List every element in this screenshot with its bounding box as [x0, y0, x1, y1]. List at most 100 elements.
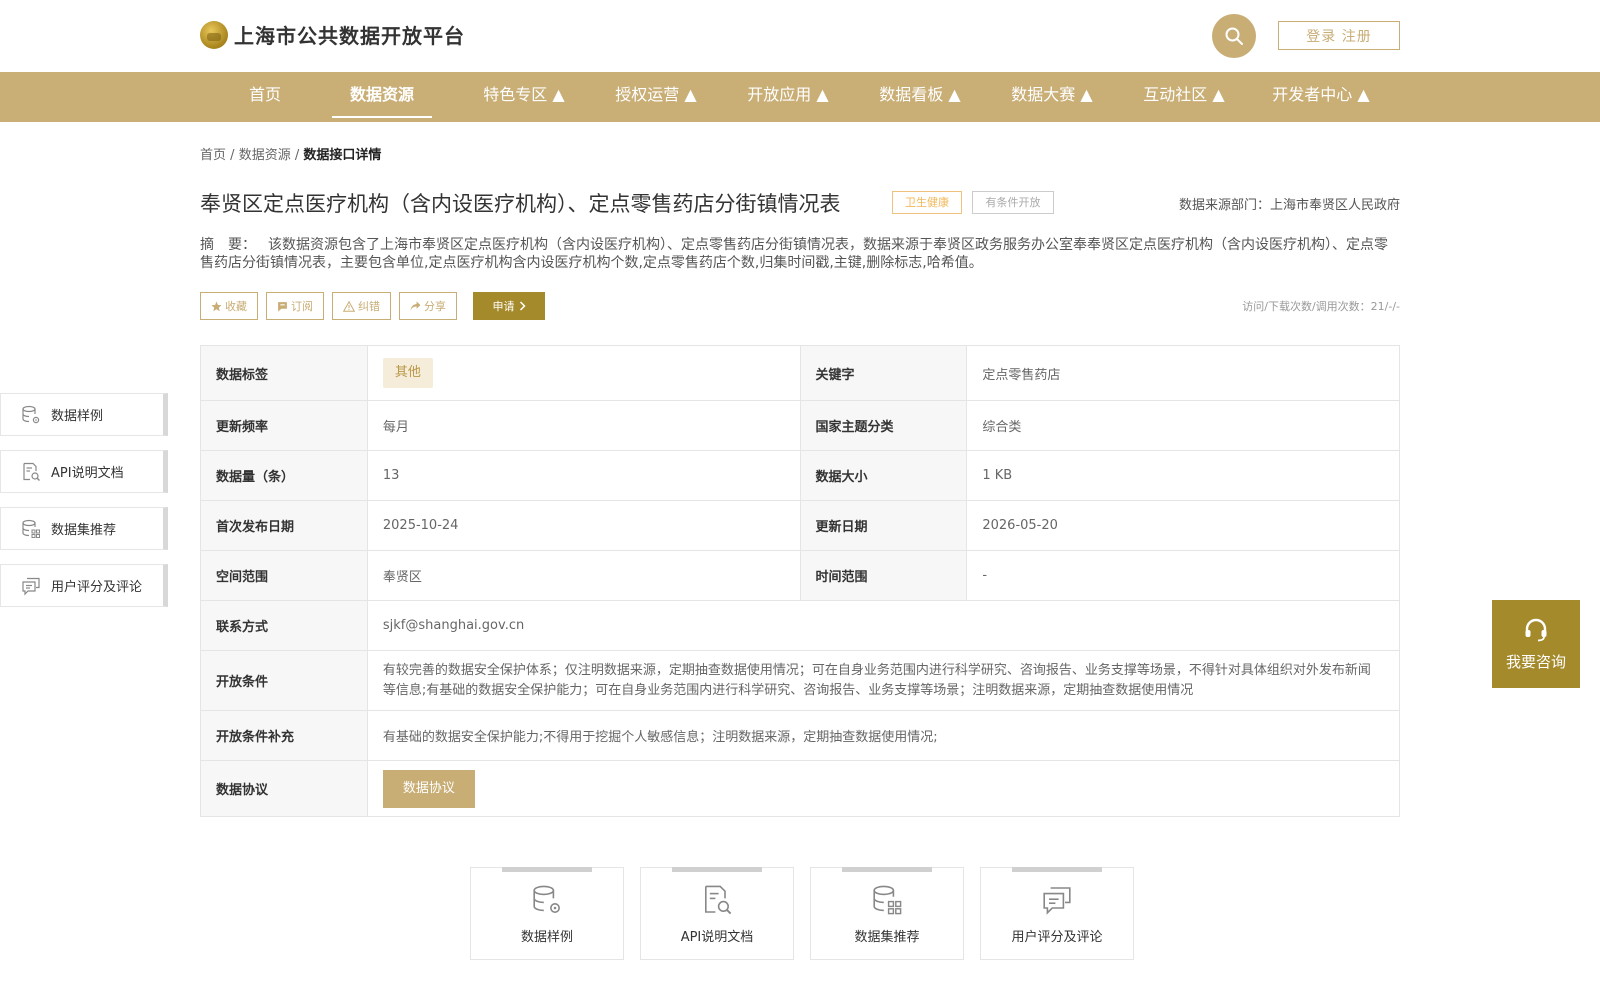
- apply-label: 申请: [492, 300, 515, 313]
- nav-item-open-apps[interactable]: 开放应用 ▲: [728, 72, 848, 122]
- action-bar: 收藏 订阅 纠错 分享 申请: [200, 292, 545, 320]
- nav-item-home[interactable]: 首页: [230, 72, 300, 122]
- site-logo[interactable]: 上海市公共数据开放平台: [200, 20, 465, 49]
- headset-icon: [1525, 618, 1547, 641]
- database-grid-icon: [873, 885, 902, 915]
- nav-item-data-competition[interactable]: 数据大赛 ▲: [992, 72, 1112, 122]
- consult-label: 我要咨询: [1505, 652, 1566, 671]
- table-row: 联系方式 sjkf@shanghai.gov.cn: [200, 600, 1401, 651]
- subscribe-button[interactable]: 订阅: [266, 292, 324, 320]
- side-item-label: 用户评分及评论: [51, 580, 143, 595]
- side-item-dataset-recommend[interactable]: 数据集推荐: [0, 507, 168, 550]
- table-value-open-conditions: 有较完善的数据安全保护体系；仅注明数据来源，定期抽查数据使用情况；可在自身业务范…: [366, 650, 1401, 711]
- table-row: 首次发布日期 2025-10-24 更新日期 2026-05-20: [200, 500, 1400, 551]
- table-row: 数据协议 数据协议: [200, 760, 1401, 817]
- card-ratings-comments[interactable]: 用户评分及评论: [980, 867, 1134, 960]
- dataset-info-table: 数据标签 其他 关键字 定点零售药店 更新频率 每月 国家主题分类 综合类 数据…: [200, 345, 1401, 817]
- table-value-open-supplement: 有基础的数据安全保护能力;不得用于挖掘个人敏感信息；注明数据来源，定期抽查数据使…: [366, 710, 1401, 761]
- nav-item-data-resources[interactable]: 数据资源: [332, 72, 432, 122]
- share-icon: [410, 301, 421, 310]
- favorite-button[interactable]: 收藏: [200, 292, 258, 320]
- open-type-tag: 有条件开放: [972, 191, 1054, 214]
- source-department: 数据来源部门：上海市奉贤区人民政府: [1178, 198, 1400, 213]
- summary-text-first: 该数据资源包含了上海市奉贤区定点医疗机构（含内设医疗机构）、定点零售药店分街镇情…: [268, 237, 1283, 253]
- comment-icon: [1043, 887, 1071, 915]
- table-label: 时间范围: [799, 550, 968, 601]
- table-label: 国家主题分类: [799, 400, 968, 451]
- chevron-right-icon: [519, 301, 526, 311]
- consult-button[interactable]: 我要咨询: [1492, 600, 1580, 688]
- table-value-count: 13: [366, 450, 801, 501]
- table-label: 数据标签: [200, 345, 368, 401]
- nav-item-special-zone[interactable]: 特色专区 ▲: [464, 72, 584, 122]
- page-title: 奉贤区定点医疗机构（含内设医疗机构）、定点零售药店分街镇情况表: [200, 192, 841, 216]
- dataset-summary: 摘 要： 该数据资源包含了上海市奉贤区定点医疗机构（含内设医疗机构）、定点零售药店…: [200, 236, 1400, 272]
- side-item-api-docs[interactable]: API说明文档: [0, 450, 168, 493]
- table-value-contact: sjkf@shanghai.gov.cn: [366, 600, 1401, 651]
- report-label: 纠错: [358, 300, 380, 313]
- login-register-button[interactable]: 登录 注册: [1278, 21, 1400, 50]
- card-data-sample[interactable]: 数据样例: [470, 867, 624, 960]
- table-value-keyword: 定点零售药店: [966, 345, 1400, 401]
- card-dataset-recommend[interactable]: 数据集推荐: [810, 867, 964, 960]
- summary-label: 摘 要：: [200, 237, 256, 253]
- table-label: 联系方式: [200, 600, 368, 651]
- data-tag-chip[interactable]: 其他: [382, 358, 433, 388]
- warning-icon: [343, 300, 355, 312]
- table-label: 数据量（条）: [200, 450, 368, 501]
- table-row: 开放条件补充 有基础的数据安全保护能力;不得用于挖掘个人敏感信息；注明数据来源，…: [200, 710, 1401, 761]
- top-header: 上海市公共数据开放平台 登录 注册: [0, 0, 1600, 72]
- table-value-time-range: -: [966, 550, 1400, 601]
- favorite-label: 收藏: [225, 300, 247, 313]
- bottom-cards: 数据样例 API说明文档 数据集推荐 用户评分及评论: [470, 867, 1134, 960]
- breadcrumb-separator: /: [230, 148, 235, 163]
- report-error-button[interactable]: 纠错: [332, 292, 391, 320]
- breadcrumb-current: 数据接口详情: [303, 148, 382, 163]
- card-label: 用户评分及评论: [1011, 930, 1103, 945]
- share-button[interactable]: 分享: [399, 292, 457, 320]
- category-tag: 卫生健康: [892, 191, 962, 214]
- breadcrumb-home[interactable]: 首页: [200, 148, 226, 163]
- table-label: 开放条件补充: [200, 710, 368, 761]
- breadcrumb: 首页 / 数据资源 / 数据接口详情: [200, 144, 381, 163]
- table-label: 首次发布日期: [200, 500, 368, 551]
- apply-button[interactable]: 申请: [473, 292, 545, 320]
- table-row: 空间范围 奉贤区 时间范围 -: [200, 550, 1400, 601]
- side-item-ratings-comments[interactable]: 用户评分及评论: [0, 564, 168, 607]
- subscribe-flag-icon: [278, 301, 287, 311]
- subscribe-label: 订阅: [291, 300, 313, 313]
- nav-item-authorized-operation[interactable]: 授权运营 ▲: [596, 72, 716, 122]
- search-button[interactable]: [1212, 14, 1256, 58]
- table-row: 更新频率 每月 国家主题分类 综合类: [200, 400, 1400, 451]
- card-label: 数据样例: [520, 930, 573, 945]
- visit-stats: 访问/下载次数/调用次数：21/-/-: [1242, 300, 1400, 313]
- site-title: 上海市公共数据开放平台: [234, 24, 465, 48]
- star-icon: [211, 301, 222, 311]
- table-label: 关键字: [799, 345, 968, 401]
- table-row: 数据量（条） 13 数据大小 1 KB: [200, 450, 1400, 501]
- table-label: 更新频率: [200, 400, 368, 451]
- logo-emblem-icon: [200, 20, 228, 49]
- table-label: 数据大小: [799, 450, 968, 501]
- table-value-size: 1 KB: [966, 450, 1400, 501]
- breadcrumb-data-resources[interactable]: 数据资源: [239, 148, 291, 163]
- nav-item-community[interactable]: 互动社区 ▲: [1124, 72, 1244, 122]
- card-api-docs[interactable]: API说明文档: [640, 867, 794, 960]
- table-value-agreement: 数据协议: [366, 760, 1401, 817]
- side-item-label: API说明文档: [51, 466, 124, 481]
- title-row: 奉贤区定点医疗机构（含内设医疗机构）、定点零售药店分街镇情况表 卫生健康 有条件…: [200, 188, 1400, 218]
- side-item-data-sample[interactable]: 数据样例: [0, 393, 168, 436]
- database-grid-icon: [22, 519, 40, 538]
- card-label: API说明文档: [680, 930, 754, 945]
- table-row: 数据标签 其他 关键字 定点零售药店: [200, 345, 1400, 401]
- main-nav: 首页 数据资源 特色专区 ▲ 授权运营 ▲ 开放应用 ▲ 数据看板 ▲ 数据大赛…: [0, 72, 1600, 122]
- table-value-spatial: 奉贤区: [366, 550, 801, 601]
- comment-icon: [22, 577, 40, 595]
- data-agreement-button[interactable]: 数据协议: [382, 769, 475, 808]
- side-anchor-menu: 数据样例 API说明文档 数据集推荐 用户评分及评论: [0, 393, 168, 621]
- table-label: 空间范围: [200, 550, 368, 601]
- table-value-frequency: 每月: [366, 400, 801, 451]
- table-value-first-publish: 2025-10-24: [366, 500, 801, 551]
- nav-item-data-dashboard[interactable]: 数据看板 ▲: [860, 72, 980, 122]
- nav-item-developer-center[interactable]: 开发者中心 ▲: [1256, 72, 1386, 122]
